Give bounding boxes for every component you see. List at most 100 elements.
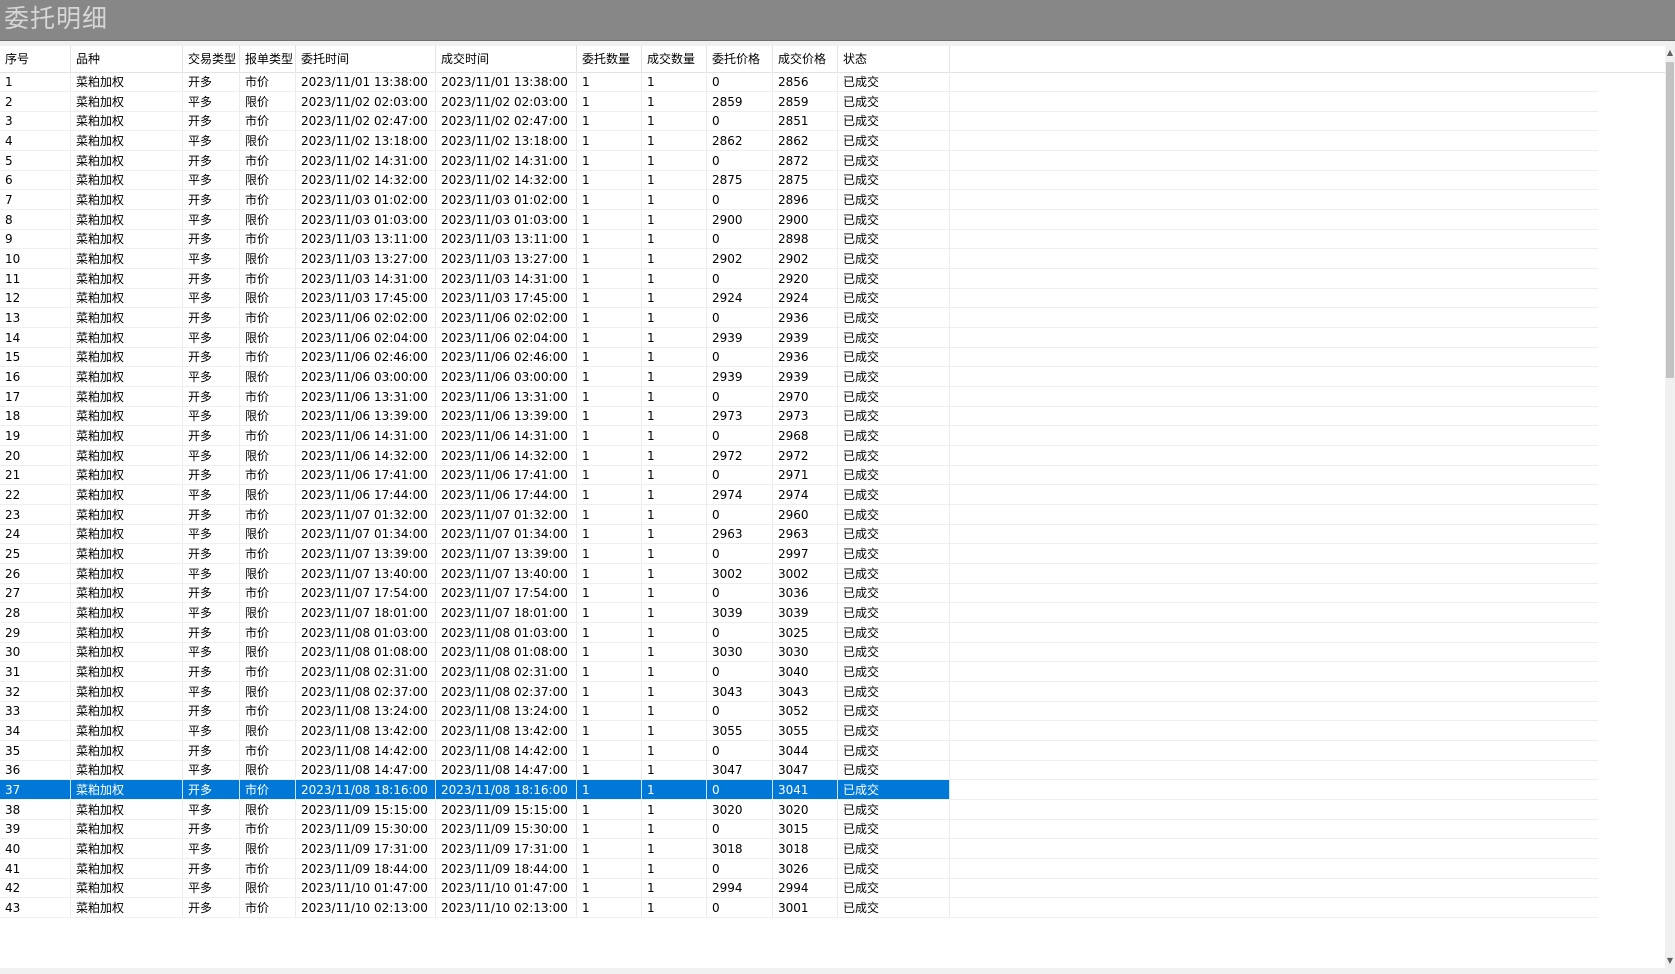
cell-order-qty: 1 bbox=[577, 151, 642, 171]
cell-trade-type: 平多 bbox=[183, 878, 240, 898]
table-row[interactable]: 31 菜粕加权 开多 市价 2023/11/08 02:31:00 2023/11/08 … bbox=[0, 662, 1598, 682]
table-row[interactable]: 38 菜粕加权 平多 限价 2023/11/09 15:15:00 2023/11/09 … bbox=[0, 800, 1598, 820]
column-header-order-qty[interactable]: 委托数量 bbox=[577, 46, 642, 72]
table-row[interactable]: 40 菜粕加权 平多 限价 2023/11/09 17:31:00 2023/11/09 … bbox=[0, 839, 1598, 859]
cell-fill-qty: 1 bbox=[642, 92, 707, 112]
scroll-thumb[interactable] bbox=[1666, 62, 1674, 378]
table-row[interactable]: 43 菜粕加权 开多 市价 2023/11/10 02:13:00 2023/11/10 … bbox=[0, 898, 1598, 918]
cell-order-qty: 1 bbox=[577, 111, 642, 131]
cell-symbol: 菜粕加权 bbox=[71, 387, 183, 407]
cell-order-price: 3047 bbox=[707, 760, 773, 780]
cell-fill-qty: 1 bbox=[642, 642, 707, 662]
cell-order-type: 限价 bbox=[240, 603, 296, 623]
cell-seq: 42 bbox=[0, 878, 71, 898]
cell-trade-type: 平多 bbox=[183, 603, 240, 623]
table-row[interactable]: 30 菜粕加权 平多 限价 2023/11/08 01:08:00 2023/11/08 … bbox=[0, 642, 1598, 662]
table-row[interactable]: 41 菜粕加权 开多 市价 2023/11/09 18:44:00 2023/11/09 … bbox=[0, 859, 1598, 879]
column-header-seq[interactable]: 序号 bbox=[0, 46, 71, 72]
column-header-order-type[interactable]: 报单类型 bbox=[240, 46, 296, 72]
table-row[interactable]: 8 菜粕加权 平多 限价 2023/11/03 01:03:00 2023/11/03 0… bbox=[0, 210, 1598, 230]
cell-order-qty: 1 bbox=[577, 170, 642, 190]
table-row[interactable]: 3 菜粕加权 开多 市价 2023/11/02 02:47:00 2023/11/02 0… bbox=[0, 111, 1598, 131]
table-row[interactable]: 39 菜粕加权 开多 市价 2023/11/09 15:30:00 2023/11/09 … bbox=[0, 819, 1598, 839]
cell-fill-qty: 1 bbox=[642, 623, 707, 643]
table-row[interactable]: 33 菜粕加权 开多 市价 2023/11/08 13:24:00 2023/11/08 … bbox=[0, 701, 1598, 721]
cell-symbol: 菜粕加权 bbox=[71, 170, 183, 190]
column-header-symbol[interactable]: 品种 bbox=[71, 46, 183, 72]
vertical-scrollbar[interactable]: ▲ ▼ bbox=[1665, 46, 1675, 968]
column-header-order-price[interactable]: 委托价格 bbox=[707, 46, 773, 72]
table-row[interactable]: 6 菜粕加权 平多 限价 2023/11/02 14:32:00 2023/11/02 1… bbox=[0, 170, 1598, 190]
cell-fill-time: 2023/11/06 02:46:00 bbox=[436, 347, 577, 367]
column-header-fill-price[interactable]: 成交价格 bbox=[773, 46, 838, 72]
table-row[interactable]: 21 菜粕加权 开多 市价 2023/11/06 17:41:00 2023/11/06 … bbox=[0, 465, 1598, 485]
cell-fill-time: 2023/11/02 14:31:00 bbox=[436, 151, 577, 171]
column-header-fill-time[interactable]: 成交时间 bbox=[436, 46, 577, 72]
table-row[interactable]: 12 菜粕加权 平多 限价 2023/11/03 17:45:00 2023/11/03 … bbox=[0, 288, 1598, 308]
table-row[interactable]: 32 菜粕加权 平多 限价 2023/11/08 02:37:00 2023/11/08 … bbox=[0, 682, 1598, 702]
table-row[interactable]: 2 菜粕加权 平多 限价 2023/11/02 02:03:00 2023/11/02 0… bbox=[0, 92, 1598, 112]
table-row[interactable]: 34 菜粕加权 平多 限价 2023/11/08 13:42:00 2023/11/08 … bbox=[0, 721, 1598, 741]
order-details-grid[interactable]: 序号 品种 交易类型 报单类型 委托时间 成交时间 委托数量 成交数量 委托价格 成交价格 状态 1… bbox=[0, 46, 1665, 968]
table-row[interactable]: 37 菜粕加权 开多 市价 2023/11/08 18:16:00 2023/11/08 … bbox=[0, 780, 1598, 800]
cell-order-qty: 1 bbox=[577, 328, 642, 348]
column-header-trade-type[interactable]: 交易类型 bbox=[183, 46, 240, 72]
cell-seq: 39 bbox=[0, 819, 71, 839]
cell-trade-type: 平多 bbox=[183, 131, 240, 151]
cell-order-time: 2023/11/08 01:08:00 bbox=[296, 642, 436, 662]
table-row[interactable]: 13 菜粕加权 开多 市价 2023/11/06 02:02:00 2023/11/06 … bbox=[0, 308, 1598, 328]
column-header-status[interactable]: 状态 bbox=[838, 46, 950, 72]
cell-fill-time: 2023/11/06 13:39:00 bbox=[436, 406, 577, 426]
table-row[interactable]: 7 菜粕加权 开多 市价 2023/11/03 01:02:00 2023/11/03 0… bbox=[0, 190, 1598, 210]
table-row[interactable]: 23 菜粕加权 开多 市价 2023/11/07 01:32:00 2023/11/07 … bbox=[0, 505, 1598, 525]
cell-symbol: 菜粕加权 bbox=[71, 465, 183, 485]
table-row[interactable]: 18 菜粕加权 平多 限价 2023/11/06 13:39:00 2023/11/06 … bbox=[0, 406, 1598, 426]
cell-order-type: 市价 bbox=[240, 229, 296, 249]
cell-order-price: 0 bbox=[707, 544, 773, 564]
cell-order-price: 0 bbox=[707, 269, 773, 289]
table-row[interactable]: 35 菜粕加权 开多 市价 2023/11/08 14:42:00 2023/11/08 … bbox=[0, 741, 1598, 761]
cell-fill-time: 2023/11/08 01:03:00 bbox=[436, 623, 577, 643]
table-row[interactable]: 16 菜粕加权 平多 限价 2023/11/06 03:00:00 2023/11/06 … bbox=[0, 367, 1598, 387]
cell-order-type: 市价 bbox=[240, 387, 296, 407]
scroll-up-icon[interactable]: ▲ bbox=[1665, 46, 1675, 60]
cell-trade-type: 平多 bbox=[183, 485, 240, 505]
cell-seq: 12 bbox=[0, 288, 71, 308]
table-row[interactable]: 36 菜粕加权 平多 限价 2023/11/08 14:47:00 2023/11/08 … bbox=[0, 760, 1598, 780]
table-row[interactable]: 11 菜粕加权 开多 市价 2023/11/03 14:31:00 2023/11/03 … bbox=[0, 269, 1598, 289]
cell-seq: 28 bbox=[0, 603, 71, 623]
table-row[interactable]: 19 菜粕加权 开多 市价 2023/11/06 14:31:00 2023/11/06 … bbox=[0, 426, 1598, 446]
column-header-order-time[interactable]: 委托时间 bbox=[296, 46, 436, 72]
cell-order-qty: 1 bbox=[577, 859, 642, 879]
table-row[interactable]: 14 菜粕加权 平多 限价 2023/11/06 02:04:00 2023/11/06 … bbox=[0, 328, 1598, 348]
cell-order-time: 2023/11/09 15:15:00 bbox=[296, 800, 436, 820]
table-row[interactable]: 10 菜粕加权 平多 限价 2023/11/03 13:27:00 2023/11/03 … bbox=[0, 249, 1598, 269]
table-row[interactable]: 29 菜粕加权 开多 市价 2023/11/08 01:03:00 2023/11/08 … bbox=[0, 623, 1598, 643]
table-row[interactable]: 25 菜粕加权 开多 市价 2023/11/07 13:39:00 2023/11/07 … bbox=[0, 544, 1598, 564]
cell-order-price: 0 bbox=[707, 505, 773, 525]
table-row[interactable]: 20 菜粕加权 平多 限价 2023/11/06 14:32:00 2023/11/06 … bbox=[0, 446, 1598, 466]
cell-order-type: 市价 bbox=[240, 701, 296, 721]
table-row[interactable]: 27 菜粕加权 开多 市价 2023/11/07 17:54:00 2023/11/07 … bbox=[0, 583, 1598, 603]
cell-order-time: 2023/11/07 01:34:00 bbox=[296, 524, 436, 544]
column-header-fill-qty[interactable]: 成交数量 bbox=[642, 46, 707, 72]
table-row[interactable]: 15 菜粕加权 开多 市价 2023/11/06 02:46:00 2023/11/06 … bbox=[0, 347, 1598, 367]
cell-symbol: 菜粕加权 bbox=[71, 426, 183, 446]
table-row[interactable]: 28 菜粕加权 平多 限价 2023/11/07 18:01:00 2023/11/07 … bbox=[0, 603, 1598, 623]
table-row[interactable]: 42 菜粕加权 平多 限价 2023/11/10 01:47:00 2023/11/10 … bbox=[0, 878, 1598, 898]
scroll-down-icon[interactable]: ▼ bbox=[1665, 954, 1675, 968]
table-row[interactable]: 24 菜粕加权 平多 限价 2023/11/07 01:34:00 2023/11/07 … bbox=[0, 524, 1598, 544]
cell-fill-price: 2902 bbox=[773, 249, 838, 269]
table-row[interactable]: 17 菜粕加权 开多 市价 2023/11/06 13:31:00 2023/11/06 … bbox=[0, 387, 1598, 407]
table-row[interactable]: 26 菜粕加权 平多 限价 2023/11/07 13:40:00 2023/11/07 … bbox=[0, 564, 1598, 584]
table-row[interactable]: 5 菜粕加权 开多 市价 2023/11/02 14:31:00 2023/11/02 1… bbox=[0, 151, 1598, 171]
table-row[interactable]: 4 菜粕加权 平多 限价 2023/11/02 13:18:00 2023/11/02 1… bbox=[0, 131, 1598, 151]
table-row[interactable]: 9 菜粕加权 开多 市价 2023/11/03 13:11:00 2023/11/03 1… bbox=[0, 229, 1598, 249]
cell-status: 已成交 bbox=[838, 229, 950, 249]
table-row[interactable]: 1 菜粕加权 开多 市价 2023/11/01 13:38:00 2023/11/01 1… bbox=[0, 72, 1598, 92]
table-row[interactable]: 22 菜粕加权 平多 限价 2023/11/06 17:44:00 2023/11/06 … bbox=[0, 485, 1598, 505]
cell-order-price: 0 bbox=[707, 111, 773, 131]
cell-fill-qty: 1 bbox=[642, 210, 707, 230]
cell-fill-price: 3047 bbox=[773, 760, 838, 780]
cell-order-time: 2023/11/06 14:32:00 bbox=[296, 446, 436, 466]
